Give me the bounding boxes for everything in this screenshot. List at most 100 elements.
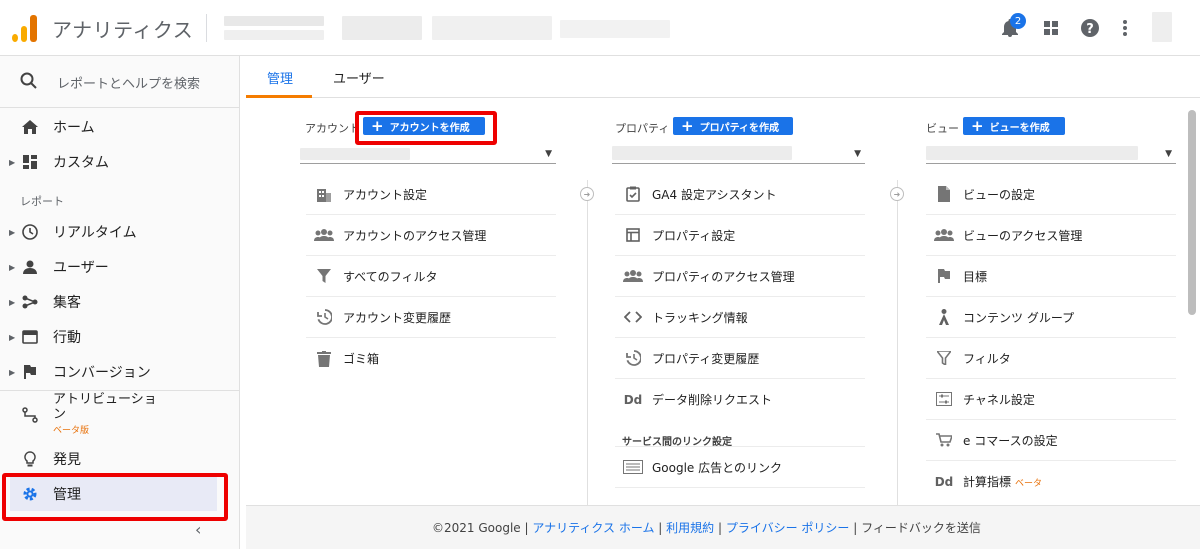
dd-icon: Dd	[934, 474, 954, 489]
filter-icon	[934, 348, 954, 368]
sidebar-item-audience[interactable]: ▶ ユーザー	[0, 250, 240, 284]
menu-content-grouping[interactable]: コンテンツ グループ	[926, 297, 1176, 338]
dropdown-arrow-icon: ▼	[854, 149, 861, 159]
menu-label: プロパティのアクセス管理	[652, 269, 795, 284]
sidebar-item-acquisition[interactable]: ▶ 集客	[0, 285, 240, 319]
people-icon	[623, 266, 643, 286]
building-icon	[314, 184, 334, 204]
menu-view-settings[interactable]: ビューの設定	[926, 174, 1176, 215]
help-icon[interactable]: ?	[1078, 16, 1102, 40]
sidebar-item-label: 集客	[53, 295, 81, 311]
highlight-admin-box	[2, 473, 228, 521]
menu-property-access[interactable]: プロパティのアクセス管理	[615, 256, 865, 297]
menu-view-filters[interactable]: フィルタ	[926, 338, 1176, 379]
menu-label: 目標	[963, 269, 988, 284]
more-vert-icon[interactable]	[1113, 16, 1137, 40]
filter-icon	[314, 266, 334, 286]
menu-tracking-info[interactable]: トラッキング情報	[615, 297, 865, 338]
sidebar-item-discover[interactable]: 発見	[0, 442, 240, 476]
menu-ga4-setup[interactable]: GA4 設定アシスタント	[615, 174, 865, 215]
sidebar-item-label: カスタム	[53, 155, 109, 171]
create-property-button[interactable]: + プロパティを作成	[673, 117, 793, 135]
search-placeholder: レポートとヘルプを検索	[57, 77, 201, 92]
sidebar-item-custom[interactable]: ▶ カスタム	[0, 145, 240, 179]
create-property-label: プロパティを作成	[699, 122, 779, 134]
sidebar-item-attribution[interactable]: アトリビューション ベータ版	[0, 392, 240, 438]
avatar[interactable]	[1152, 12, 1172, 42]
menu-label: アカウント変更履歴	[343, 310, 452, 325]
menu-label: アカウントのアクセス管理	[343, 228, 487, 243]
caret-right-icon: ▶	[9, 227, 16, 237]
menu-account-settings[interactable]: アカウント設定	[306, 174, 556, 215]
caret-right-icon: ▶	[9, 297, 16, 307]
tab-user[interactable]: ユーザー	[333, 68, 385, 87]
menu-property-settings[interactable]: プロパティ設定	[615, 215, 865, 256]
property-column-label: プロパティ	[615, 122, 670, 135]
menu-label: プロパティ設定	[652, 228, 736, 243]
menu-google-ads-link[interactable]: Google 広告とのリンク	[615, 447, 865, 488]
feedback-link[interactable]: フィードバックを送信	[861, 521, 981, 535]
dropdown-arrow-icon: ▼	[1165, 149, 1172, 159]
menu-label: トラッキング情報	[652, 310, 748, 325]
account-column-label: アカウント	[305, 122, 360, 135]
menu-view-access[interactable]: ビューのアクセス管理	[926, 215, 1176, 256]
privacy-link[interactable]: プライバシー ポリシー	[726, 521, 850, 535]
analytics-home-link[interactable]: アナリティクス ホーム	[532, 521, 654, 535]
beta-label: ベータ版	[53, 426, 90, 436]
clipboard-check-icon	[623, 184, 643, 204]
view-selector[interactable]: ▼	[926, 146, 1176, 164]
menu-channel-settings[interactable]: チャネル設定	[926, 379, 1176, 420]
column-divider	[587, 180, 588, 505]
dashboard-icon	[20, 152, 40, 172]
menu-label: コンテンツ グループ	[963, 310, 1075, 325]
menu-ecommerce-settings[interactable]: e コマースの設定	[926, 420, 1176, 461]
create-view-button[interactable]: + ビューを作成	[963, 117, 1065, 135]
search-icon	[20, 72, 38, 94]
behavior-icon	[20, 327, 40, 347]
menu-label: ゴミ箱	[343, 352, 380, 366]
sidebar-item-label: リアルタイム	[53, 225, 137, 241]
plus-icon: +	[681, 117, 694, 135]
create-view-label: ビューを作成	[989, 122, 1050, 134]
window-icon	[623, 225, 643, 245]
sidebar-item-home[interactable]: ホーム	[0, 110, 240, 144]
beta-label: ベータ	[1015, 479, 1043, 489]
account-selector[interactable]: ▼	[300, 146, 556, 164]
property-selector[interactable]: ▼	[612, 146, 865, 164]
menu-account-access[interactable]: アカウントのアクセス管理	[306, 215, 556, 256]
menu-goals[interactable]: 目標	[926, 256, 1176, 297]
sidebar-item-realtime[interactable]: ▶ リアルタイム	[0, 215, 240, 249]
menu-property-history[interactable]: プロパティ変更履歴	[615, 338, 865, 379]
admin-tabs: 管理 ユーザー	[246, 56, 1200, 98]
highlight-create-account-box	[355, 111, 497, 145]
caret-right-icon: ▶	[9, 157, 16, 167]
terms-link[interactable]: 利用規約	[666, 521, 714, 535]
attribution-icon	[20, 405, 40, 425]
search-bar[interactable]: レポートとヘルプを検索	[0, 56, 240, 108]
analytics-logo-icon[interactable]	[12, 14, 38, 42]
arrow-right-icon: ➜	[890, 187, 904, 201]
apps-icon[interactable]	[1039, 16, 1063, 40]
tab-admin[interactable]: 管理	[267, 68, 293, 87]
menu-label: プロパティ変更履歴	[652, 351, 760, 366]
copyright-text: ©2021 Google	[432, 521, 521, 535]
sidebar-item-behavior[interactable]: ▶ 行動	[0, 320, 240, 354]
person-icon	[20, 257, 40, 277]
menu-label: GA4 設定アシスタント	[652, 187, 777, 202]
menu-data-deletion[interactable]: Dd データ削除リクエスト	[615, 379, 865, 420]
menu-account-history[interactable]: アカウント変更履歴	[306, 297, 556, 338]
channel-settings-icon	[934, 389, 954, 409]
menu-trash[interactable]: ゴミ箱	[306, 338, 556, 379]
top-app-bar: アナリティクス 2 ?	[0, 0, 1200, 56]
menu-all-filters[interactable]: すべてのフィルタ	[306, 256, 556, 297]
people-icon	[314, 225, 334, 245]
sidebar-item-label: コンバージョン	[53, 365, 151, 381]
menu-calculated-metrics[interactable]: Dd 計算指標 ベータ	[926, 461, 1176, 502]
sidebar-item-conversions[interactable]: ▶ コンバージョン	[0, 355, 240, 389]
caret-right-icon: ▶	[9, 262, 16, 272]
property-name-redacted	[612, 146, 792, 160]
code-icon	[623, 307, 643, 327]
scrollbar[interactable]	[1188, 110, 1196, 315]
arrow-right-icon: ➜	[580, 187, 594, 201]
collapse-sidebar-icon[interactable]: ‹	[195, 520, 201, 539]
